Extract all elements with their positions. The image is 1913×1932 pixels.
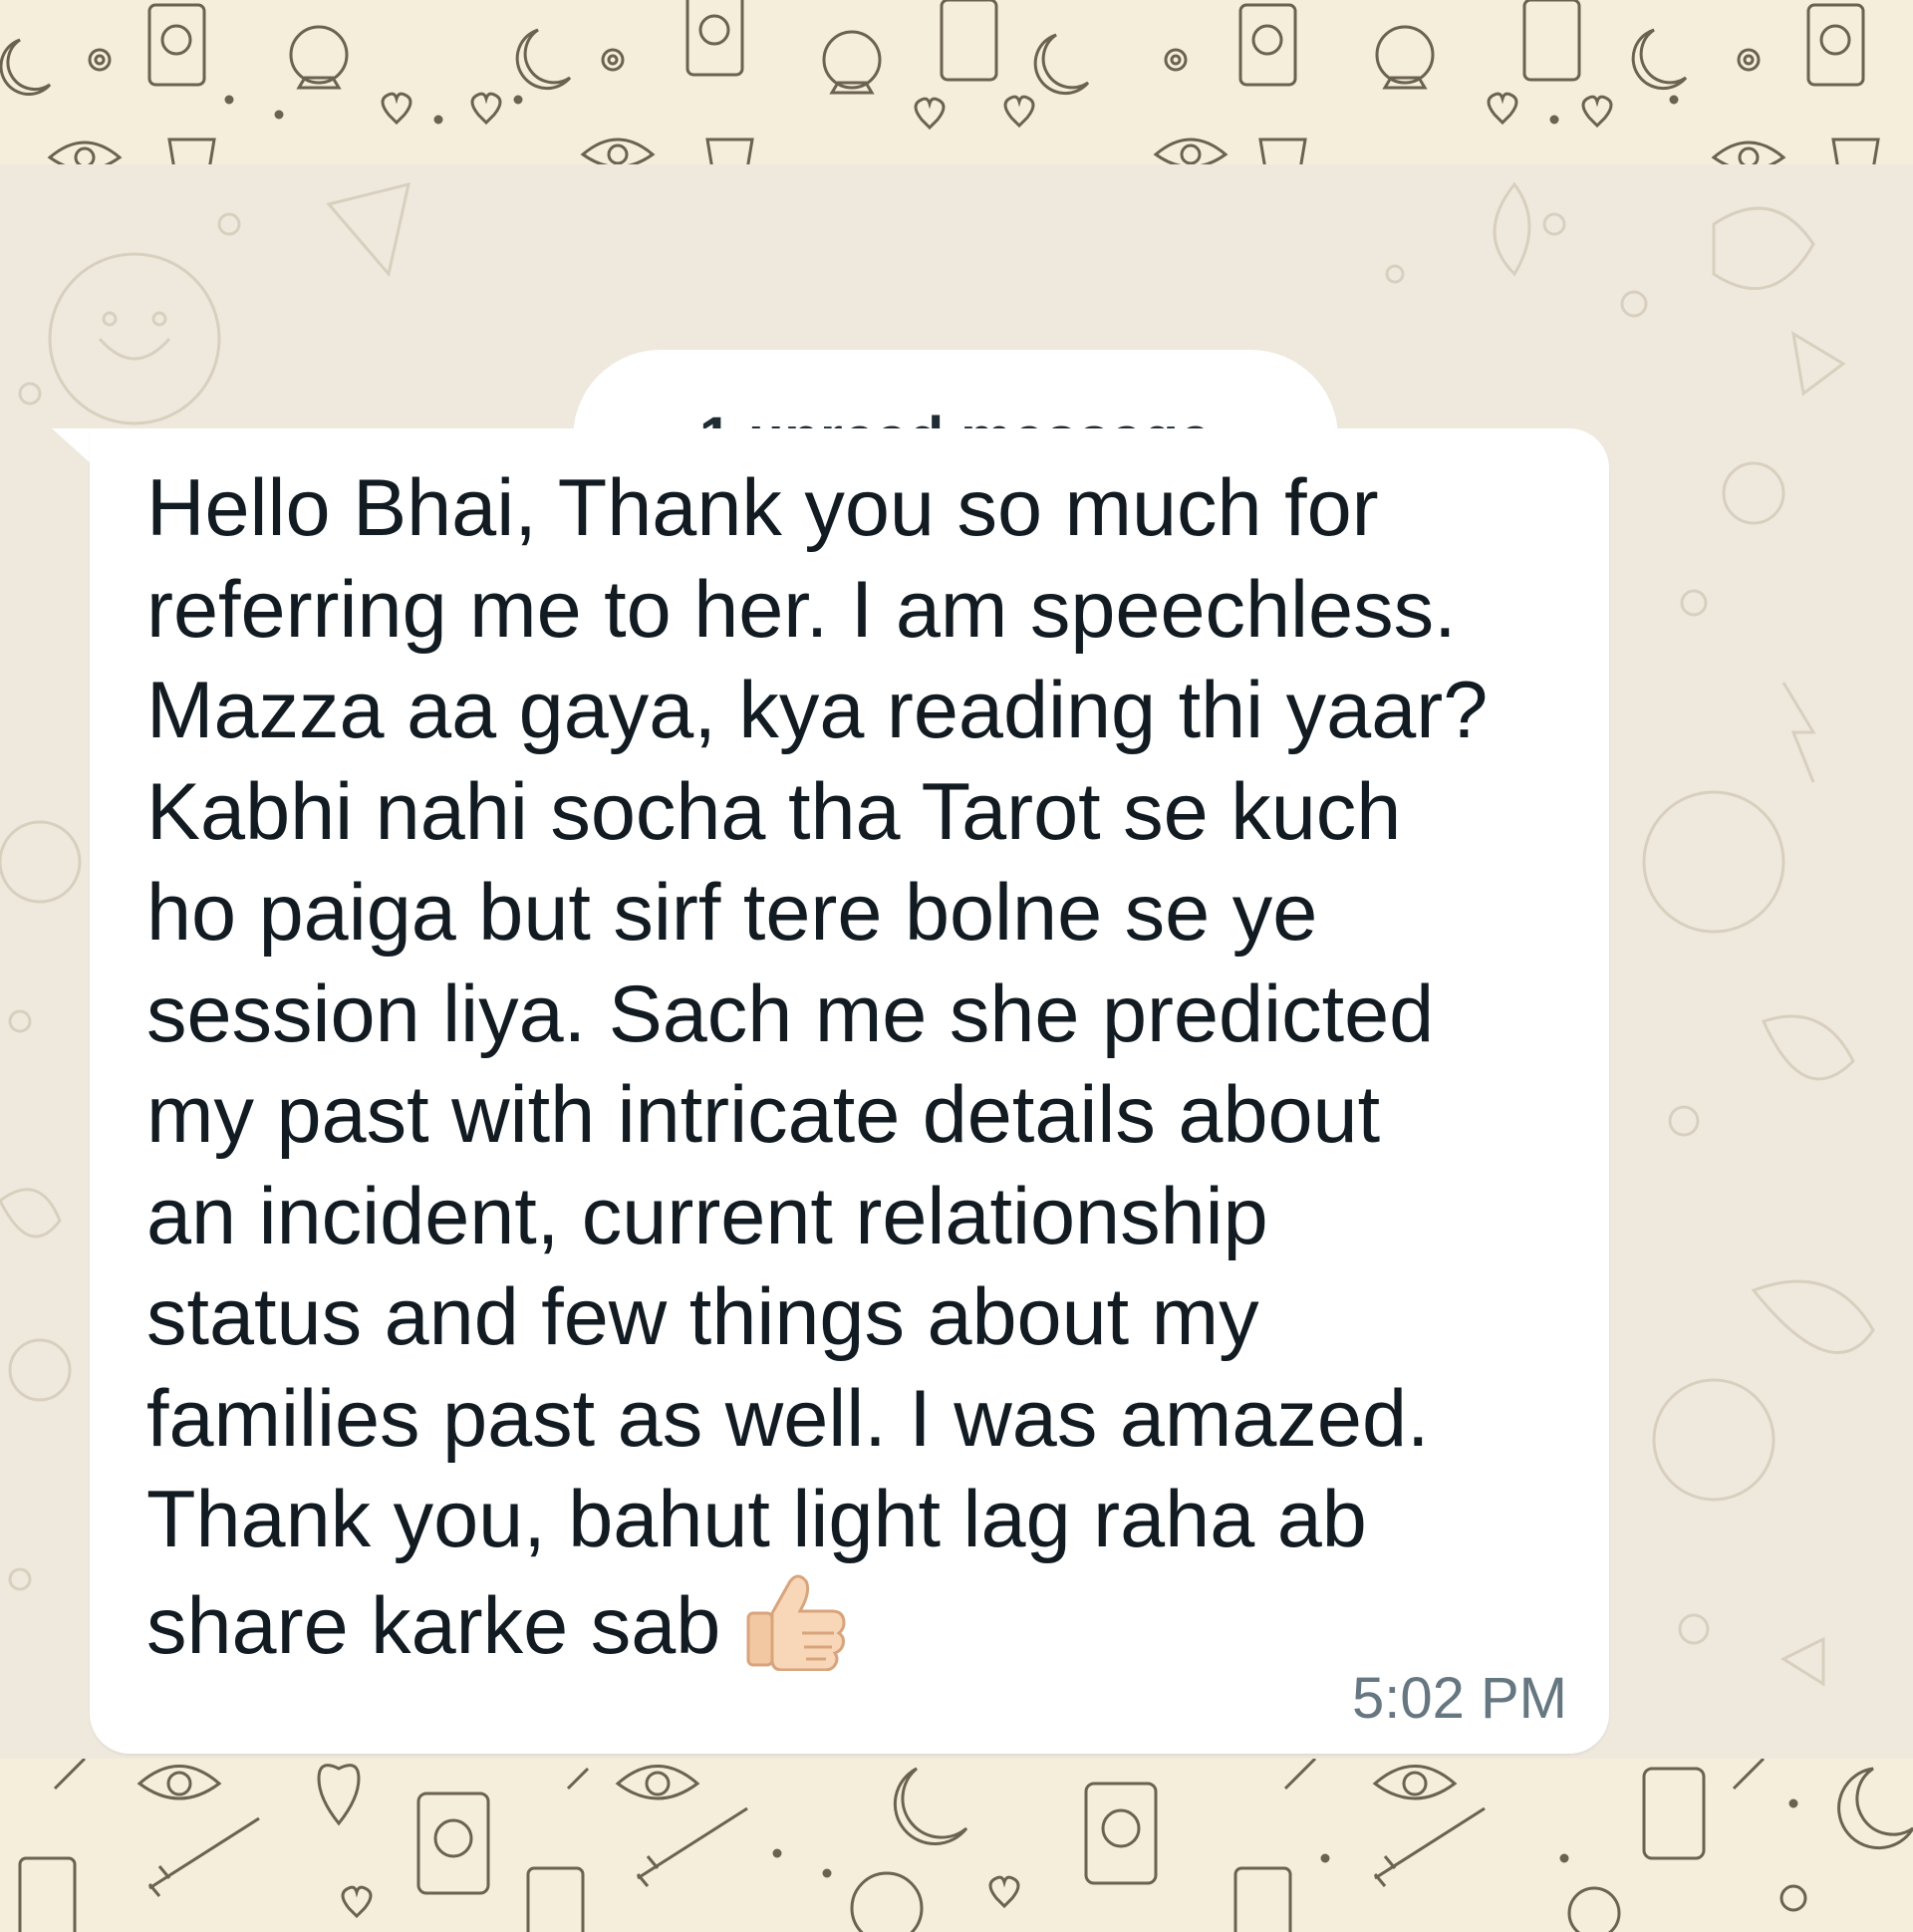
message-line: Mazza aa gaya, kya reading thi yaar?: [146, 666, 1489, 755]
bubble-tail: [52, 428, 92, 464]
message-text: Hello Bhai, Thank you so much for referr…: [146, 458, 1571, 1677]
message-line: an incident, current relationship: [146, 1171, 1268, 1261]
thumbs-up-icon: [742, 1571, 847, 1671]
message-line: my past with intricate details about: [146, 1070, 1381, 1160]
message-line: status and few things about my: [146, 1272, 1259, 1362]
message-line: referring me to her. I am speechless.: [146, 564, 1457, 655]
wallpaper-doodle-band-bottom: [0, 1759, 1913, 1932]
message-line: ho paiga but sirf tere bolne se ye: [146, 868, 1318, 958]
wallpaper-doodle-band-top: [0, 0, 1913, 164]
message-line: Thank you, bahut light lag raha ab: [146, 1475, 1367, 1564]
message-line: families past as well. I was amazed.: [146, 1373, 1430, 1464]
message-line: Hello Bhai, Thank you so much for: [146, 463, 1379, 553]
message-timestamp: 5:02 PM: [1352, 1666, 1567, 1731]
incoming-message-bubble[interactable]: Hello Bhai, Thank you so much for referr…: [90, 428, 1609, 1754]
message-line: share karke sab: [146, 1580, 721, 1671]
message-line: session liya. Sach me she predicted: [146, 968, 1435, 1059]
message-line: Kabhi nahi socha tha Tarot se kuch: [146, 766, 1402, 857]
